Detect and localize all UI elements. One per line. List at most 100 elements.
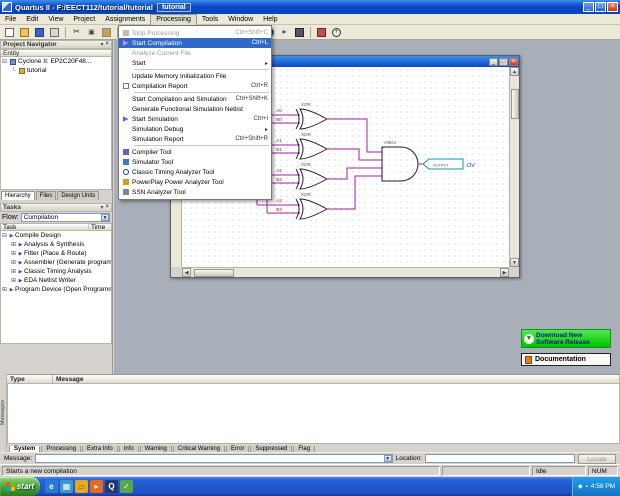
menu-item-start-compilation-and-simulation[interactable]: Start Compilation and SimulationCtrl+Shi… [119,94,271,104]
menu-edit[interactable]: Edit [21,14,43,25]
menu-help[interactable]: Help [258,14,282,25]
vertical-scroll-thumb[interactable] [511,89,519,119]
scroll-up-icon[interactable]: ▲ [510,67,519,76]
cut-button[interactable]: ✂ [69,26,84,39]
net-wire[interactable] [327,119,382,152]
minimize-button[interactable]: _ [583,2,594,12]
output-pin[interactable]: OUTPUT OV [423,159,475,169]
pin-panel-icon[interactable]: ▾ [100,41,103,48]
expander-icon[interactable]: ⊞ [10,268,17,275]
and4-gate[interactable]: AND4 [382,140,418,181]
open-file-button[interactable] [17,26,32,39]
task-row[interactable]: ⊞▶Analysis & Synthesis [1,240,111,249]
expander-icon[interactable]: ⊟ [1,232,8,239]
menu-item-start-compilation[interactable]: Start CompilationCtrl+L [119,38,271,48]
locate-button[interactable]: Locate [578,454,616,464]
menu-assignments[interactable]: Assignments [100,14,150,25]
menu-item-simulation-report[interactable]: Simulation ReportCtrl+Shift+R [119,134,271,144]
menu-item-simulation-debug[interactable]: Simulation Debug▸ [119,124,271,134]
child-restore-icon[interactable]: □ [499,58,508,66]
print-button[interactable] [47,26,62,39]
quartus-taskbar-icon[interactable]: Q [105,480,118,493]
menu-view[interactable]: View [43,14,68,25]
message-input[interactable]: ▼ [35,454,392,463]
menu-item-powerplay-power-analyzer-tool[interactable]: PowerPlay Power Analyzer Tool [119,177,271,187]
save-button[interactable] [32,26,47,39]
documentation-button[interactable]: Documentation [521,353,611,366]
child-minimize-icon[interactable]: _ [489,58,498,66]
schematic-horizontal-scrollbar[interactable]: ◀ ▶ [182,267,509,277]
zoom-button[interactable]: + [329,26,344,39]
chevron-down-icon[interactable]: ▼ [101,214,109,221]
task-row[interactable]: ⊞▶Classic Timing Analysis [1,267,111,276]
messages-list[interactable] [7,384,620,444]
menu-item-start[interactable]: Start▸ [119,58,271,68]
tree-row-entity[interactable]: └ tutorial [1,66,111,75]
tray-volume-icon[interactable]: ▪ [586,484,588,490]
internet-explorer-icon[interactable]: e [45,480,58,493]
download-software-button[interactable]: ▼ Download New Software Release [521,329,611,348]
task-row[interactable]: ⊞▶Program Device (Open Programmer) [1,285,111,294]
menu-item-compilation-report[interactable]: Compilation ReportCtrl+R [119,81,271,91]
scroll-down-icon[interactable]: ▼ [510,258,519,267]
schematic-vertical-scrollbar[interactable]: ▲ ▼ [509,67,519,267]
xor-gate-3[interactable]: XOR [296,162,327,189]
pin-panel-icon[interactable]: ▾ [100,204,103,211]
menu-window[interactable]: Window [223,14,258,25]
menu-file[interactable]: File [0,14,21,25]
menu-processing[interactable]: Processing [150,14,197,25]
flow-select[interactable]: Compilation ▼ [21,213,110,222]
xor-gate-4[interactable]: XOR [296,192,327,219]
expander-icon[interactable]: ⊞ [10,277,17,284]
scroll-left-icon[interactable]: ◀ [182,268,191,277]
expander-icon[interactable]: ⊞ [1,286,8,293]
programmer-button[interactable] [292,26,307,39]
menu-item-analyze-current-file[interactable]: Analyze Current File [119,48,271,58]
task-row[interactable]: ⊟▶Compile Design [1,231,111,240]
tab-hierarchy[interactable]: Hierarchy [1,191,35,200]
task-row[interactable]: ⊞▶Fitter (Place & Route) [1,249,111,258]
expander-icon[interactable]: ⊞ [10,250,17,257]
tab-design-units[interactable]: Design Units [57,191,99,200]
media-player-icon[interactable]: ▸ [90,480,103,493]
location-input[interactable] [425,454,575,463]
expander-icon[interactable]: ⊞ [10,259,17,266]
netlist-viewer-button[interactable] [314,26,329,39]
menu-item-simulator-tool[interactable]: Simulator Tool [119,157,271,167]
simulator-button[interactable]: ▸ [277,26,292,39]
close-button[interactable]: × [607,2,618,12]
paste-button[interactable] [99,26,114,39]
tab-files[interactable]: Files [36,191,57,200]
menu-item-classic-timing-analyzer-tool[interactable]: Classic Timing Analyzer Tool [119,167,271,177]
expander-icon[interactable]: ⊟ [1,58,8,65]
scroll-right-icon[interactable]: ▶ [500,268,509,277]
task-row[interactable]: ⊞▶EDA Netlist Writer [1,276,111,285]
xor-gate-1[interactable]: XOR [296,102,327,129]
menu-item-generate-functional-sim-netlist[interactable]: Generate Functional Simulation Netlist [119,104,271,114]
messenger-icon[interactable]: ✓ [120,480,133,493]
expander-icon[interactable]: ⊞ [10,241,17,248]
net-wire[interactable] [327,176,382,209]
close-panel-icon[interactable]: × [105,204,109,211]
chevron-down-icon[interactable]: ▼ [384,455,392,462]
xor-gate-2[interactable]: XOR [296,132,327,159]
menu-item-compiler-tool[interactable]: Compiler Tool [119,147,271,157]
task-row[interactable]: ⊞▶Assembler (Generate programming files) [1,258,111,267]
menu-item-update-memory-init[interactable]: Update Memory Initialization File [119,71,271,81]
close-panel-icon[interactable]: × [105,41,109,48]
messages-side-tab[interactable]: Messages [0,374,7,452]
menu-item-stop-processing[interactable]: Stop ProcessingCtrl+Shift+C [119,28,271,38]
child-close-icon[interactable]: × [509,58,518,66]
tray-status-icon[interactable]: ◆ [578,483,583,490]
copy-button[interactable]: ▣ [84,26,99,39]
menu-project[interactable]: Project [68,14,100,25]
show-desktop-icon[interactable]: ▦ [60,480,73,493]
menu-item-ssn-analyzer-tool[interactable]: SSN Analyzer Tool [119,187,271,197]
new-file-button[interactable] [2,26,17,39]
horizontal-scroll-thumb[interactable] [194,269,234,277]
start-button[interactable]: start [0,477,40,496]
tree-row-device[interactable]: ⊟ Cyclone II: EP2C20F48... [1,57,111,66]
menu-item-start-simulation[interactable]: Start SimulationCtrl+I [119,114,271,124]
folder-icon[interactable]: ▱ [75,480,88,493]
net-wire[interactable] [327,149,382,160]
